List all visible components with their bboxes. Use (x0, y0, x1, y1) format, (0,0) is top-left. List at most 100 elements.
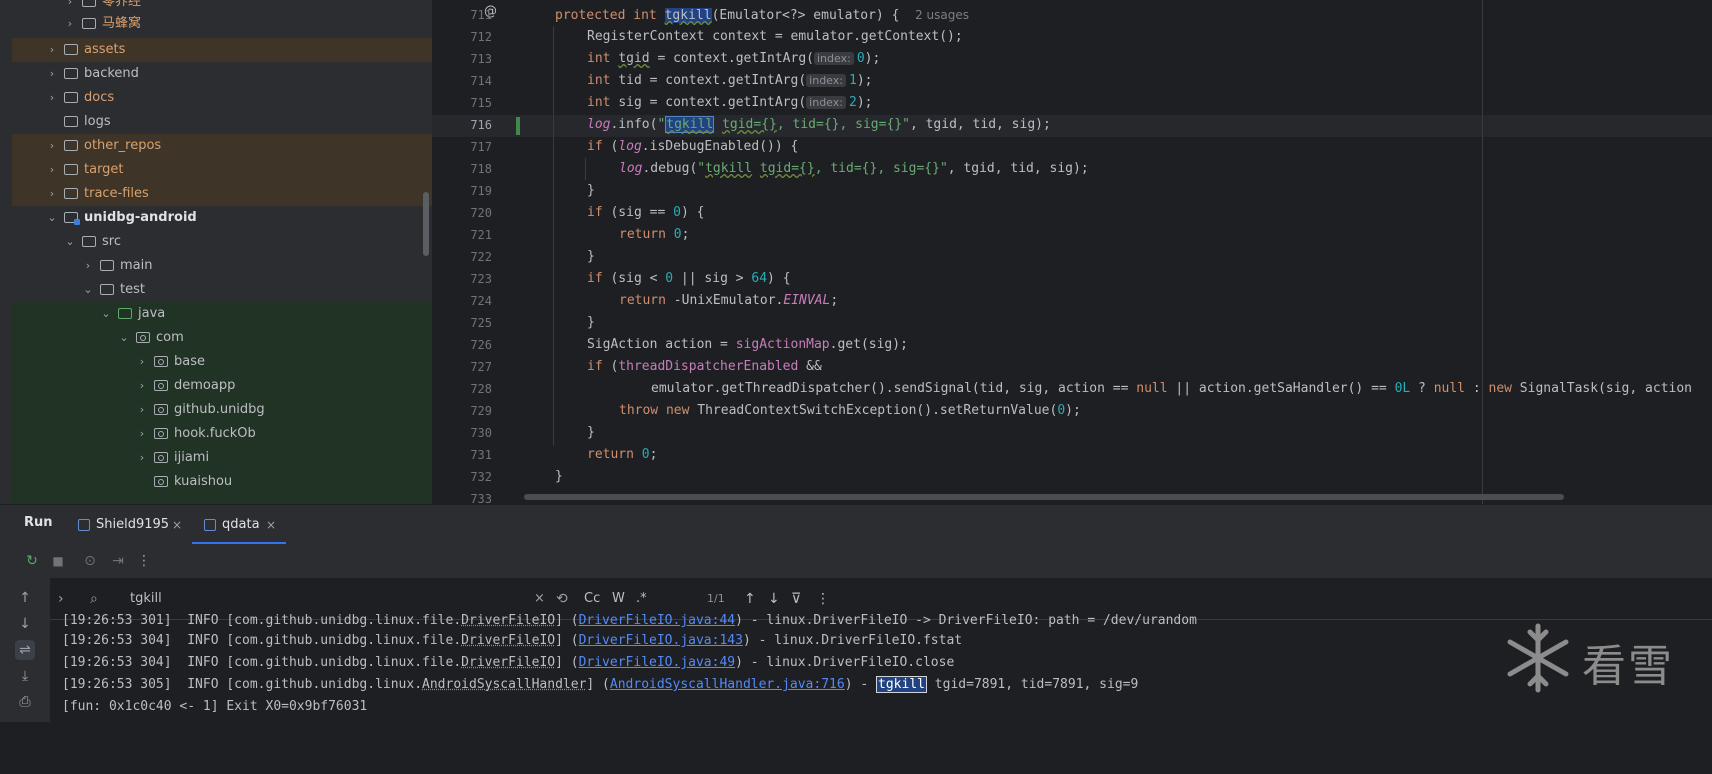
chevron-right-icon[interactable]: › (136, 350, 148, 374)
chevron-right-icon[interactable]: › (82, 254, 94, 278)
more-icon[interactable]: ⋮ (134, 551, 154, 571)
chevron-right-icon[interactable]: › (136, 422, 148, 446)
code-line[interactable]: return 0; (587, 444, 657, 466)
expand-search-icon[interactable]: › (58, 589, 64, 609)
tree-item-docs[interactable]: › docs (12, 86, 432, 110)
filter-icon[interactable]: ⊽ (791, 589, 801, 609)
keyword: protected (555, 8, 626, 23)
vcs-change-marker[interactable] (516, 117, 520, 135)
down-arrow-icon[interactable]: ↓ (15, 614, 35, 634)
export-icon[interactable]: ⤓ (15, 666, 35, 686)
code-line[interactable]: } (587, 312, 595, 334)
next-match-icon[interactable]: ↓ (768, 589, 780, 609)
console-output[interactable]: [19:26:53 301] INFO [com.github.unidbg.l… (62, 613, 1712, 774)
chevron-right-icon[interactable]: › (46, 134, 58, 158)
editor-horizontal-scrollbar[interactable] (524, 494, 1564, 500)
print-icon[interactable]: ⎙ (15, 692, 35, 712)
code-line[interactable]: } (555, 466, 563, 488)
tree-item-trace-files[interactable]: › trace-files (12, 182, 432, 206)
tree-item-hook-fuckob[interactable]: › hook.fuckOb (12, 422, 432, 446)
exit-icon[interactable]: ⇥ (108, 551, 128, 571)
chevron-right-icon[interactable]: › (46, 62, 58, 86)
clear-search-icon[interactable]: × (534, 589, 545, 609)
source-link[interactable]: AndroidSyscallHandler.java:716 (610, 677, 845, 692)
tree-scrollbar[interactable] (423, 192, 429, 256)
history-icon[interactable]: ⟲ (556, 589, 568, 609)
usages-hint[interactable]: 2 usages (915, 8, 969, 22)
tree-item-java[interactable]: ⌄ java (12, 302, 432, 326)
code-line[interactable]: protected int tgkill(Emulator<?> emulato… (555, 4, 969, 27)
code-editor[interactable]: @ 711 712 713 714 715 716 717 718 719 72… (432, 0, 1712, 504)
chevron-right-icon[interactable]: › (136, 446, 148, 470)
match-case-toggle[interactable]: Cc (584, 589, 600, 609)
tree-item-demoapp[interactable]: › demoapp (12, 374, 432, 398)
rerun-icon[interactable]: ↻ (22, 551, 42, 571)
search-icon[interactable]: ⌕ (90, 589, 98, 609)
chevron-right-icon[interactable]: › (46, 38, 58, 62)
tree-item-test[interactable]: ⌄ test (12, 278, 432, 302)
source-link[interactable]: DriverFileIO.java:143 (579, 633, 743, 648)
code-line[interactable]: log.debug("tgkill tgid={}, tid={}, sig={… (619, 158, 1089, 180)
chevron-down-icon[interactable]: ⌄ (64, 230, 76, 254)
code-line[interactable]: int sig = context.getIntArg(index: 2); (587, 92, 872, 114)
source-link[interactable]: DriverFileIO.java:49 (579, 655, 736, 670)
code-line[interactable]: if (log.isDebugEnabled()) { (587, 136, 798, 158)
chevron-down-icon[interactable]: ⌄ (82, 278, 94, 302)
tab-shield9195[interactable]: Shield9195 × (76, 505, 186, 545)
code-line[interactable]: int tgid = context.getIntArg(index: 0); (587, 48, 880, 70)
chevron-down-icon[interactable]: ⌄ (46, 206, 58, 230)
chevron-right-icon[interactable]: › (46, 182, 58, 206)
code-line[interactable]: log.info(" tgkill tgid={}, tid={}, sig={}… (587, 114, 1051, 136)
regex-toggle[interactable]: .* (636, 589, 647, 609)
camera-icon[interactable]: ⊙ (80, 551, 100, 571)
whole-words-toggle[interactable]: W (612, 589, 625, 609)
chevron-right-icon[interactable]: › (136, 374, 148, 398)
chevron-right-icon[interactable]: › (64, 12, 76, 36)
code-line[interactable]: return 0; (619, 224, 689, 246)
chevron-down-icon[interactable]: ⌄ (100, 302, 112, 326)
chevron-right-icon[interactable]: › (46, 158, 58, 182)
package-icon (154, 356, 168, 367)
soft-wrap-icon[interactable]: ⇌ (15, 640, 35, 660)
tree-item-base[interactable]: › base (12, 350, 432, 374)
code-line[interactable]: return -UnixEmulator.EINVAL; (619, 290, 838, 312)
tree-item-src[interactable]: ⌄ src (12, 230, 432, 254)
tree-item-kuaishou[interactable]: kuaishou (12, 470, 432, 494)
tree-item-backend[interactable]: › backend (12, 62, 432, 86)
stop-icon[interactable]: ■ (48, 551, 68, 571)
code-line[interactable]: int tid = context.getIntArg(index: 1); (587, 70, 872, 92)
method-name[interactable]: tgkill (664, 8, 712, 23)
code-line[interactable]: throw new ThreadContextSwitchException()… (619, 400, 1081, 422)
tree-item-github-unidbg[interactable]: › github.unidbg (12, 398, 432, 422)
tree-item-assets[interactable]: › assets (12, 38, 432, 62)
code-line[interactable]: emulator.getThreadDispatcher().sendSigna… (651, 378, 1692, 400)
code-line[interactable]: } (587, 246, 595, 268)
code-line[interactable]: } (587, 180, 595, 202)
search-input[interactable]: tgkill (130, 589, 162, 609)
code-line[interactable]: if (sig < 0 || sig > 64) { (587, 268, 791, 290)
code-line[interactable]: RegisterContext context = emulator.getCo… (587, 26, 963, 48)
tree-item-ijiami[interactable]: › ijiami (12, 446, 432, 470)
up-arrow-icon[interactable]: ↑ (15, 588, 35, 608)
code-line[interactable]: SigAction action = sigActionMap.get(sig)… (587, 334, 908, 356)
tree-item-other-repos[interactable]: › other_repos (12, 134, 432, 158)
chevron-right-icon[interactable]: › (136, 398, 148, 422)
code-line[interactable]: } (587, 422, 595, 444)
chevron-down-icon[interactable]: ⌄ (118, 326, 130, 350)
previous-match-icon[interactable]: ↑ (744, 589, 756, 609)
tab-qdata[interactable]: qdata × (192, 505, 286, 545)
more-icon[interactable]: ⋮ (816, 589, 830, 609)
tree-item-folder2[interactable]: › 马蜂窝 (12, 12, 432, 36)
tree-item-main[interactable]: › main (12, 254, 432, 278)
param-hint: index: (806, 96, 846, 109)
tree-item-com[interactable]: ⌄ com (12, 326, 432, 350)
chevron-right-icon[interactable]: › (46, 86, 58, 110)
code-line[interactable]: if (sig == 0) { (587, 202, 704, 224)
tree-item-target[interactable]: › target (12, 158, 432, 182)
tree-item-unidbg-android[interactable]: ⌄ unidbg-android (12, 206, 432, 230)
code-line[interactable]: if (threadDispatcherEnabled && (587, 356, 822, 378)
close-icon[interactable]: × (266, 505, 276, 545)
close-icon[interactable]: × (172, 505, 182, 545)
source-link[interactable]: DriverFileIO.java:44 (579, 613, 736, 628)
tree-item-logs[interactable]: logs (12, 110, 432, 134)
